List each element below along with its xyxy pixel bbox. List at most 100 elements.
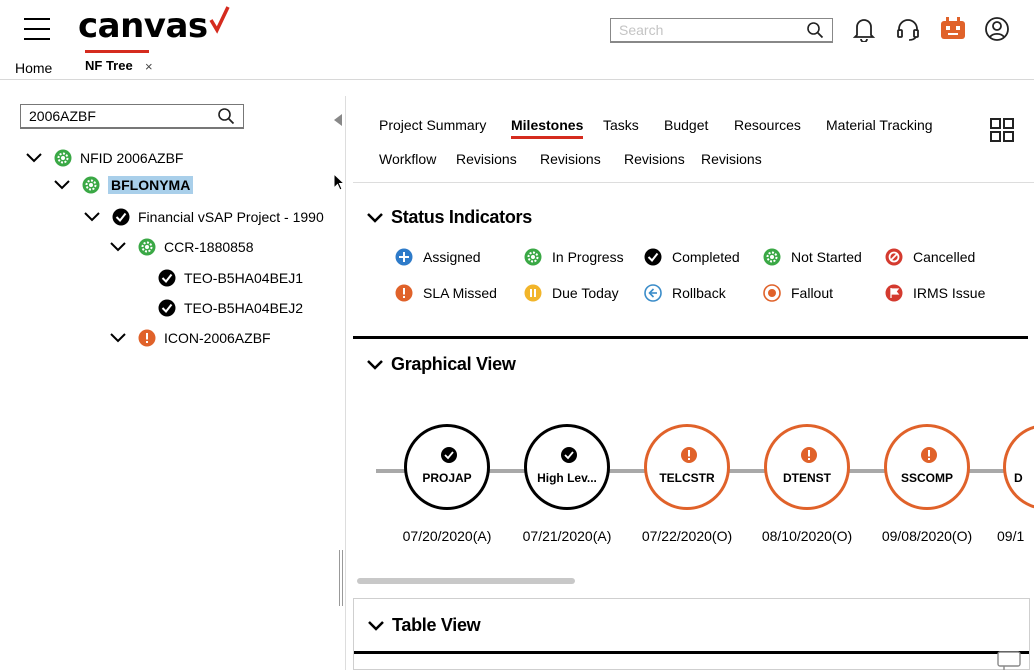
legend-fallout: Fallout [763,284,833,302]
global-search-input[interactable] [611,19,796,41]
milestone-date: 09/1 [997,528,1025,544]
milestone-date: 09/08/2020(O) [881,528,973,544]
horizontal-scrollbar[interactable] [357,578,575,584]
milestone-node[interactable]: TELCSTR [644,424,730,510]
legend-in-progress: In Progress [524,248,624,266]
milestone-node[interactable]: D [1003,424,1034,510]
tab-revisions[interactable]: Revisions [701,151,762,167]
milestone-date: 07/20/2020(A) [402,528,492,544]
in-progress-icon [54,149,72,167]
chevron-down-icon[interactable] [110,242,126,252]
search-icon[interactable] [217,107,235,125]
milestone-date: 07/22/2020(O) [641,528,733,544]
milestone-node[interactable]: High Lev... [524,424,610,510]
chevron-down-icon[interactable] [84,212,100,222]
in-progress-icon [82,176,100,194]
milestone-label: DTENST [783,471,831,485]
milestone-node[interactable]: SSCOMP [884,424,970,510]
bell-icon[interactable] [851,16,877,42]
tree-node[interactable]: TEO-B5HA04BEJ2 [158,297,303,319]
tree-panel: NFID 2006AZBF BFLONYMA Financial vSAP Pr… [8,96,346,670]
legend-sla-missed: SLA Missed [395,284,497,302]
pause-circle-icon [524,284,542,302]
tree-node-selected[interactable]: BFLONYMA [54,174,194,196]
milestone-node[interactable]: DTENST [764,424,850,510]
completed-icon [112,208,130,226]
legend-label: Completed [672,249,740,265]
milestone-label: PROJAP [422,471,472,485]
sla-missed-icon [138,329,156,347]
flag-circle-icon [885,284,903,302]
tab-tasks[interactable]: Tasks [603,117,639,133]
tree-node[interactable]: NFID 2006AZBF [26,147,183,169]
user-icon[interactable] [984,16,1010,42]
table-view-panel: Table View [353,598,1030,670]
tree-node[interactable]: TEO-B5HA04BEJ1 [158,267,303,289]
milestone-label: D [1014,471,1023,485]
tree-node-label: NFID 2006AZBF [80,150,184,166]
canvas-logo: canvas [78,6,208,46]
milestone-clip: D [1003,416,1034,516]
chevron-down-icon[interactable] [110,333,126,343]
legend-label: Due Today [552,285,619,301]
resize-grip-icon[interactable] [338,550,344,606]
graphical-view-header[interactable]: Graphical View [367,354,516,375]
tabs-divider [353,182,1034,183]
bot-icon[interactable] [940,16,966,42]
table-view-header[interactable]: Table View [368,615,481,636]
app-header: canvas Home NF Tree × [0,0,1034,80]
checkmark-logo-icon [209,6,230,34]
search-icon[interactable] [806,21,824,39]
tab-workflow[interactable]: Workflow [379,151,436,167]
check-circle-icon [441,447,457,463]
tab-revisions[interactable]: Revisions [624,151,685,167]
exclamation-circle-icon [681,447,697,463]
grid-view-icon[interactable] [990,118,1014,142]
tree-node[interactable]: Financial vSAP Project - 1990 [84,206,324,228]
tab-nf-tree-label: NF Tree [85,58,133,73]
legend-rollback: Rollback [644,284,726,302]
chevron-down-icon[interactable] [26,153,42,163]
home-link[interactable]: Home [15,60,52,76]
tab-project-summary[interactable]: Project Summary [379,117,486,133]
arrow-left-circle-icon [644,284,662,302]
close-tab-icon[interactable]: × [145,59,153,74]
section-divider [354,651,1029,654]
tree-node-label: TEO-B5HA04BEJ1 [184,270,304,286]
completed-icon [158,269,176,287]
legend-label: IRMS Issue [913,285,986,301]
tree-node[interactable]: ICON-2006AZBF [110,327,271,349]
tree-search-input[interactable] [21,105,209,127]
milestone-node[interactable]: PROJAP [404,424,490,510]
tree-node-label: CCR-1880858 [164,239,254,255]
tab-milestones[interactable]: Milestones [511,117,584,139]
tab-revisions[interactable]: Revisions [540,151,601,167]
milestone-label: High Lev... [537,471,597,485]
tab-resources[interactable]: Resources [734,117,801,133]
exclamation-circle-icon [801,447,817,463]
tree-node[interactable]: CCR-1880858 [110,236,254,258]
headset-icon[interactable] [895,16,921,42]
milestones-panel: Project Summary Milestones Tasks Budget … [353,96,1034,670]
tab-material-tracking[interactable]: Material Tracking [826,117,933,133]
legend-label: Not Started [791,249,862,265]
tree-search [20,104,244,129]
chevron-down-icon [368,620,384,631]
legend-not-started: Not Started [763,248,862,266]
milestone-date: 07/21/2020(A) [522,528,612,544]
tree-node-label: ICON-2006AZBF [164,330,271,346]
tree-node-label: TEO-B5HA04BEJ2 [184,300,304,316]
hamburger-menu-icon[interactable] [24,18,50,40]
check-circle-icon [644,248,662,266]
tab-revisions[interactable]: Revisions [456,151,517,167]
chat-icon[interactable] [996,650,1026,670]
chevron-down-icon[interactable] [54,180,70,190]
collapse-panel-icon[interactable] [333,114,343,126]
tab-budget[interactable]: Budget [664,117,708,133]
legend-label: In Progress [552,249,624,265]
status-indicators-header[interactable]: Status Indicators [367,207,532,228]
legend-label: Rollback [672,285,726,301]
chevron-down-icon [367,359,383,370]
milestone-label: SSCOMP [900,471,953,485]
legend-irms-issue: IRMS Issue [885,284,985,302]
